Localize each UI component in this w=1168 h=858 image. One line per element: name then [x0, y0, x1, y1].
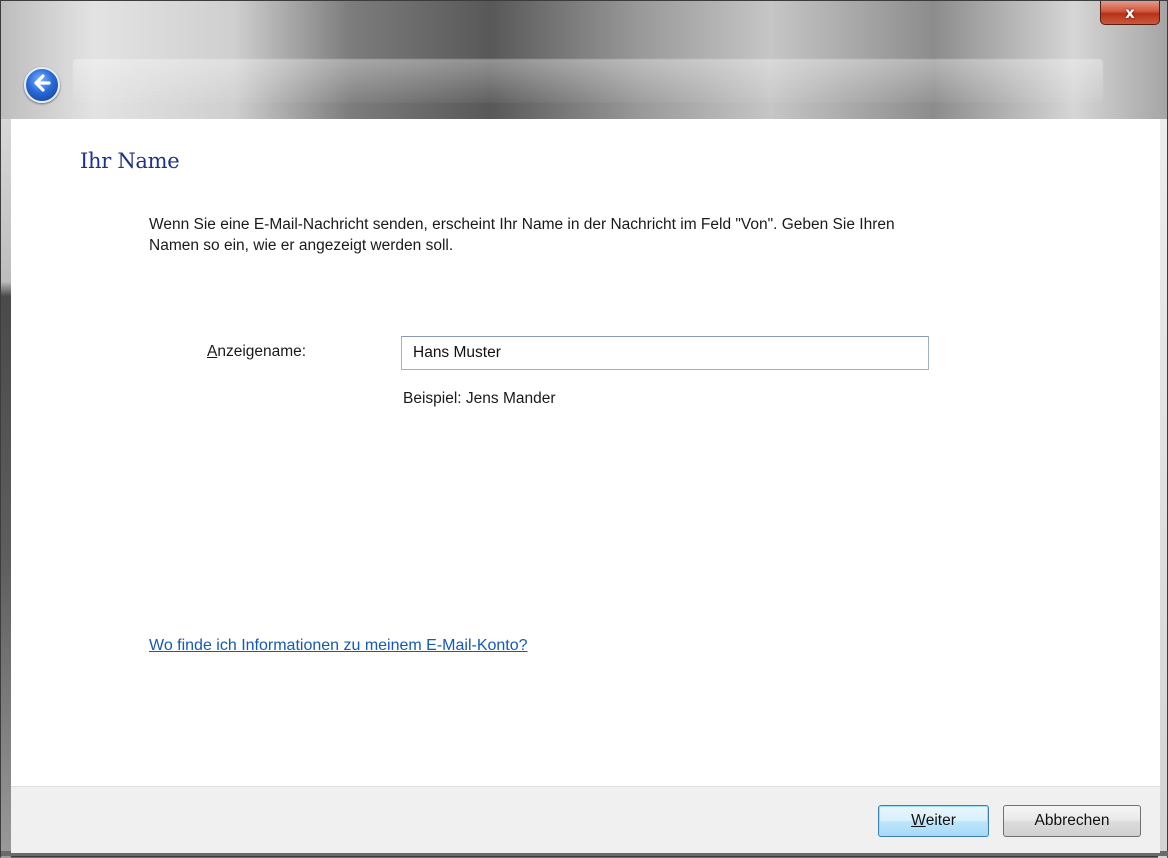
description-text: Wenn Sie eine E-Mail-Nachricht senden, e…	[149, 216, 895, 254]
page-title: Ihr Name	[80, 149, 180, 173]
back-button[interactable]	[24, 67, 60, 103]
email-account-help-link[interactable]: Wo finde ich Informationen zu meinem E-M…	[149, 637, 528, 655]
display-name-label-accesskey: A	[207, 343, 218, 360]
next-button-accesskey: W	[911, 812, 926, 829]
title-glass-band	[73, 59, 1103, 103]
wizard-content: Ihr Name Wenn Sie eine E-Mail-Nachricht …	[11, 119, 1160, 786]
back-arrow-icon	[31, 72, 53, 98]
title-bar: x	[1, 1, 1168, 119]
close-button[interactable]: x	[1100, 1, 1160, 25]
button-bar: Weiter Abbrechen	[11, 786, 1160, 853]
display-name-label: Anzeigename:	[207, 343, 306, 361]
next-button-label: eiter	[925, 812, 956, 829]
display-name-label-text: nzeigename:	[217, 343, 307, 360]
wizard-window: x Ihr Name Wenn Sie eine E-Mail-Nachrich…	[0, 0, 1168, 858]
cancel-button[interactable]: Abbrechen	[1003, 805, 1141, 837]
next-button[interactable]: Weiter	[878, 805, 989, 837]
example-hint: Beispiel: Jens Mander	[403, 390, 556, 407]
close-icon: x	[1125, 3, 1135, 22]
window-frame-left	[1, 119, 11, 858]
display-name-input[interactable]	[401, 336, 929, 370]
